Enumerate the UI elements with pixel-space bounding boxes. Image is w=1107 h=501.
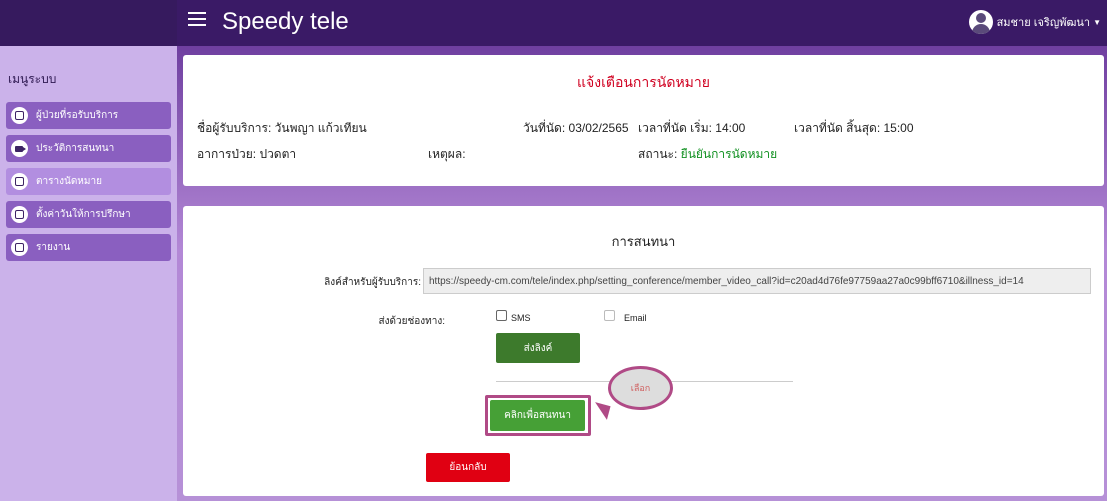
back-button[interactable]: ย้อนกลับ	[426, 453, 510, 482]
sidebar-item-reports[interactable]: รายงาน	[6, 234, 171, 261]
sidebar-title: เมนูระบบ	[8, 72, 57, 86]
hamburger-menu-icon[interactable]	[188, 12, 206, 30]
start-conversation-button[interactable]: คลิกเพื่อสนทนา	[490, 400, 585, 431]
caret-down-icon: ▼	[1093, 17, 1101, 27]
avatar-icon	[968, 10, 993, 34]
conversation-title: การสนทนา	[611, 234, 676, 249]
monitor-icon	[11, 107, 28, 124]
appointment-end-time: เวลาที่นัด สิ้นสุด: 15:00	[794, 121, 914, 135]
email-label: Email	[624, 313, 647, 323]
brand-title[interactable]: Speedy tele	[222, 8, 349, 36]
status-label: สถานะ:	[638, 147, 678, 161]
conversation-panel: การสนทนา ลิงค์สำหรับผู้รับบริการ: ส่งด้ว…	[183, 206, 1104, 496]
top-navbar: Speedy tele สมชาย เจริญพัฒนา ▼	[0, 0, 1107, 46]
status-badge: ยืนยันการนัดหมาย	[680, 147, 778, 161]
send-via-label: ส่งด้วยช่องทาง:	[378, 316, 446, 327]
appointment-alert-panel: แจ้งเตือนการนัดหมาย ชื่อผู้รับบริการ: วั…	[183, 55, 1104, 186]
sidebar-item-consultation-settings[interactable]: ตั้งค่าวันให้การปรึกษา	[6, 201, 171, 228]
client-link-field[interactable]	[423, 268, 1091, 294]
sidebar-item-label: ตารางนัดหมาย	[36, 176, 102, 187]
user-name: สมชาย เจริญพัฒนา	[996, 17, 1091, 29]
symptom: อาการป่วย: ปวดตา	[197, 147, 297, 161]
link-label: ลิงค์สำหรับผู้รับบริการ:	[324, 277, 421, 288]
select-callout: เลือก	[608, 366, 673, 410]
sidebar: เมนูระบบ ผู้ป่วยที่รอรับบริการ ประวัติกา…	[0, 46, 177, 501]
email-checkbox[interactable]	[604, 310, 615, 321]
callout-tail	[591, 402, 611, 420]
sidebar-item-appointments[interactable]: ตารางนัดหมาย	[6, 168, 171, 195]
calendar-plus-icon	[11, 206, 28, 223]
appointment-start-time: เวลาที่นัด เริ่ม: 14:00	[638, 121, 746, 135]
send-link-button[interactable]: ส่งลิงค์	[496, 333, 580, 363]
sms-checkbox[interactable]	[496, 310, 507, 321]
sidebar-item-label: ผู้ป่วยที่รอรับบริการ	[36, 110, 119, 121]
sidebar-item-label: รายงาน	[36, 242, 71, 253]
appointment-date: วันที่นัด: 03/02/2565	[523, 121, 629, 135]
sidebar-item-conversation-history[interactable]: ประวัติการสนทนา	[6, 135, 171, 162]
navbar-sidebar-corner	[0, 0, 177, 46]
video-camera-icon	[11, 140, 28, 157]
patient-name: ชื่อผู้รับบริการ: วันพญา แก้วเทียน	[197, 121, 367, 135]
document-icon	[11, 239, 28, 256]
sidebar-item-label: ประวัติการสนทนา	[36, 143, 115, 154]
reason: เหตุผล:	[428, 147, 466, 161]
sidebar-item-waiting-patients[interactable]: ผู้ป่วยที่รอรับบริการ	[6, 102, 171, 129]
sidebar-item-label: ตั้งค่าวันให้การปรึกษา	[36, 209, 131, 220]
sms-label: SMS	[511, 313, 531, 323]
user-menu[interactable]: สมชาย เจริญพัฒนา ▼	[968, 10, 1101, 34]
appointment-alert-title: แจ้งเตือนการนัดหมาย	[577, 74, 710, 90]
status: สถานะ: ยืนยันการนัดหมาย	[638, 145, 777, 164]
table-icon	[11, 173, 28, 190]
